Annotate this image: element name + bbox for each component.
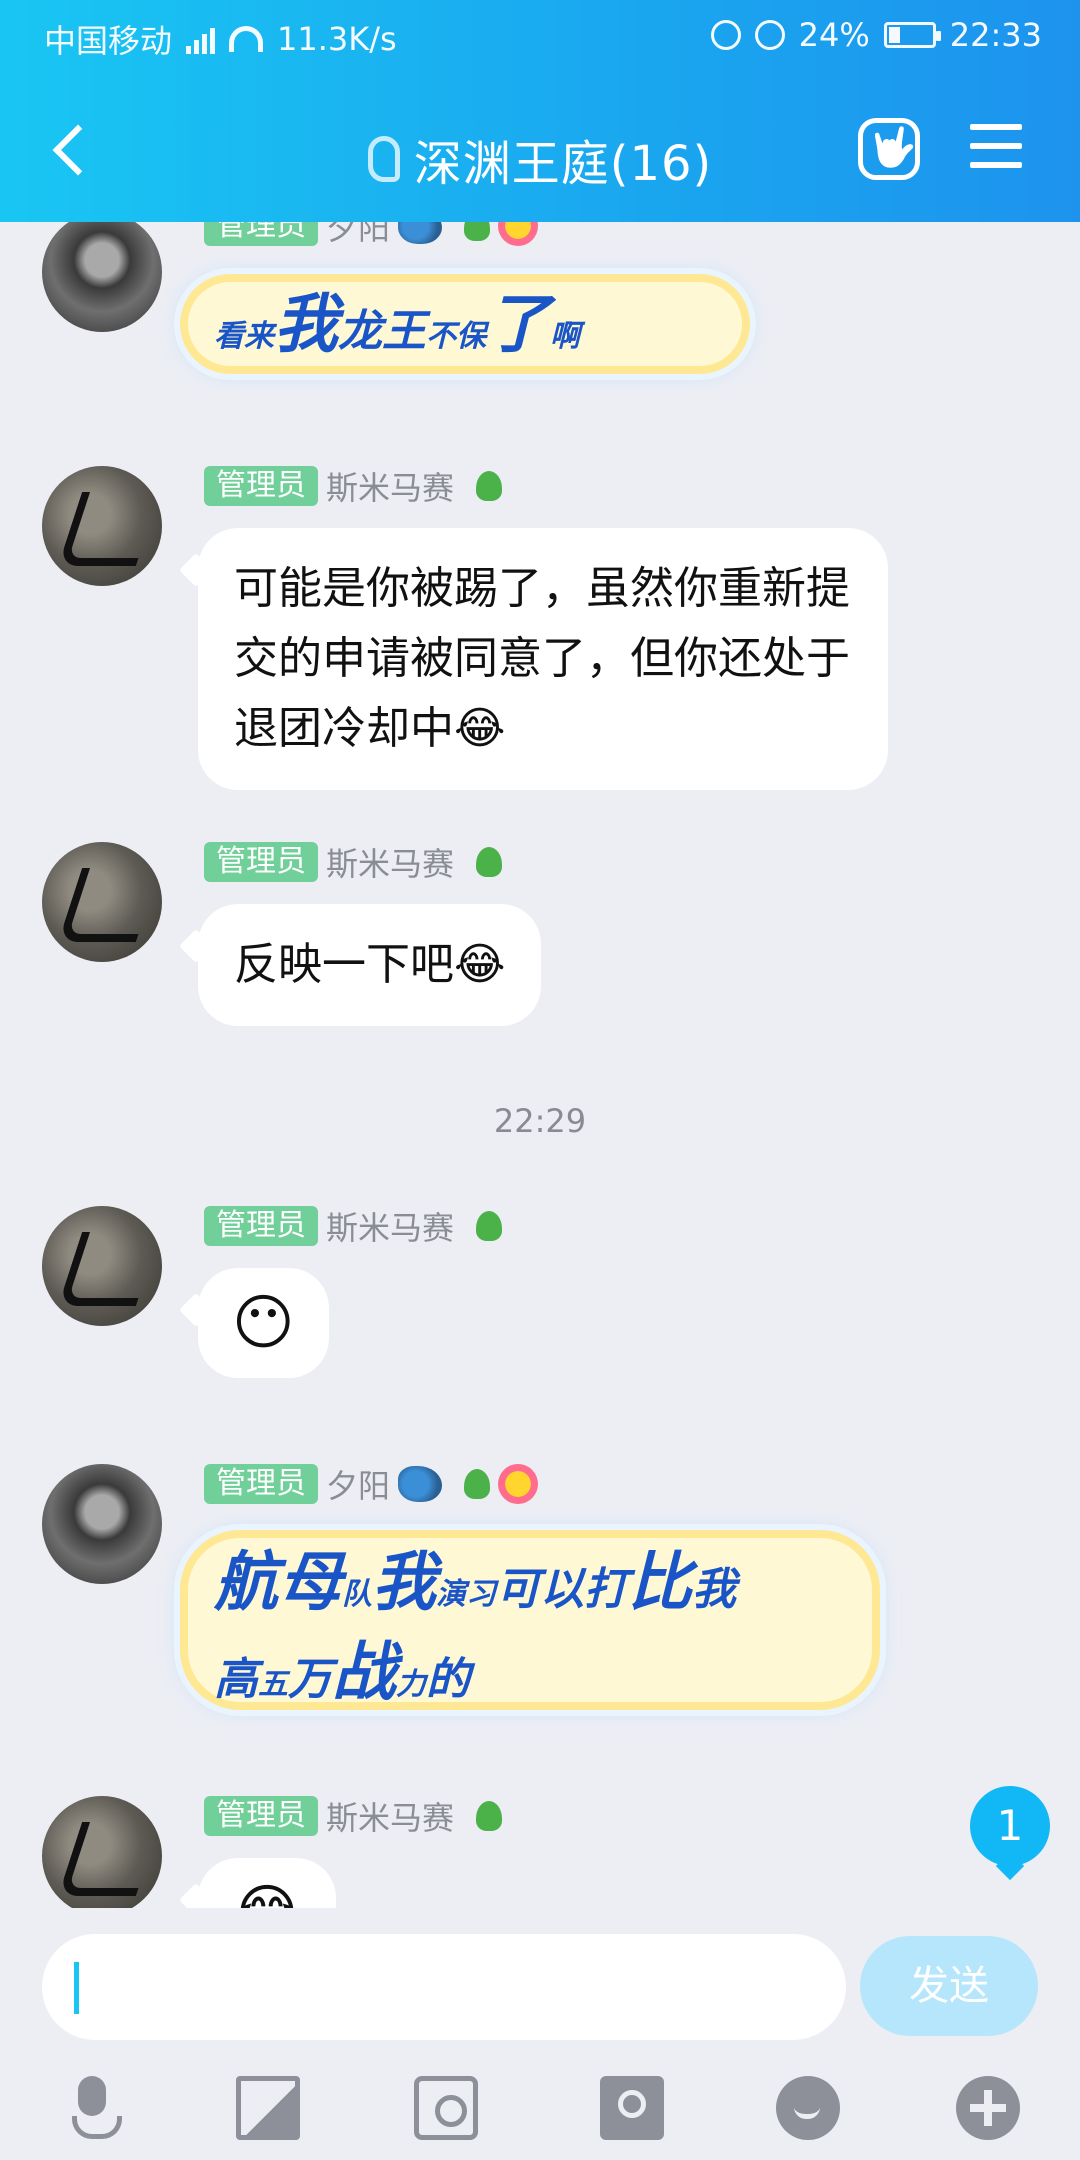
red-packet-icon[interactable]	[600, 2076, 664, 2140]
fancy-text-segment: 演习	[436, 1577, 496, 1612]
title-bar: 深渊王庭(16)	[0, 100, 1080, 200]
dragon-icon	[398, 222, 443, 244]
fancy-text-segment: 可以打	[496, 1564, 628, 1615]
battery-icon	[883, 22, 941, 48]
admin-badge: 管理员	[204, 1796, 318, 1836]
time-divider: 22:29	[493, 1102, 587, 1140]
chat-area[interactable]: 管理员 夕阳 看来我龙王不保了啊 管理员 斯米马赛 可能是你被踢了，虽然你重新提…	[0, 222, 1080, 1908]
input-bar: 发送	[0, 1908, 1080, 2160]
fancy-text-segment: 了	[486, 288, 550, 362]
avatar[interactable]	[42, 1796, 162, 1908]
fancy-text-segment: 战	[332, 1636, 396, 1710]
status-bar: 中国移动 11.3K/s 24% 22:33	[0, 0, 1080, 76]
sender-name: 斯米马赛	[326, 845, 455, 883]
leaf-icon	[476, 1211, 503, 1241]
plus-icon[interactable]	[956, 2076, 1020, 2140]
fancy-text-segment: 航母	[214, 1546, 342, 1620]
ear-icon	[367, 136, 400, 182]
fancy-text-segment: 啊	[550, 319, 580, 354]
fancy-text-segment: 力	[396, 1667, 426, 1702]
fancy-text-segment: 龙王	[338, 306, 426, 357]
alarm-icon	[710, 20, 741, 50]
admin-badge: 管理员	[204, 1464, 318, 1504]
unread-count-badge[interactable]: 1	[970, 1786, 1050, 1866]
menu-icon[interactable]	[970, 124, 1022, 170]
group-emoji-icon[interactable]	[858, 118, 920, 180]
fancy-text-line: 航母队我演习可以打比我	[214, 1546, 846, 1636]
text-caret	[74, 1962, 79, 2014]
avatar[interactable]	[42, 222, 162, 332]
admin-badge: 管理员	[204, 1206, 318, 1246]
admin-badge: 管理员	[204, 466, 318, 506]
message-input[interactable]	[42, 1934, 846, 2040]
app-header: 中国移动 11.3K/s 24% 22:33 深渊王庭(16)	[0, 0, 1080, 222]
fancy-text-segment: 我	[372, 1546, 436, 1620]
message-bubble[interactable]: 😶	[198, 1268, 329, 1378]
sender-name: 夕阳	[326, 222, 391, 247]
leaf-icon	[476, 847, 503, 877]
battery-percent: 24%	[798, 16, 870, 54]
clock: 22:33	[949, 16, 1042, 54]
signal-icon	[186, 24, 216, 54]
send-button[interactable]: 发送	[860, 1936, 1038, 2036]
fancy-text-segment: 我	[274, 288, 338, 362]
sender-name: 夕阳	[326, 1467, 391, 1505]
admin-badge: 管理员	[204, 222, 318, 246]
fancy-text-segment: 看来	[214, 319, 274, 354]
fancy-text-line: 高五万战力的	[214, 1636, 846, 1726]
fancy-text-segment: 高	[214, 1654, 258, 1705]
emoji-icon[interactable]	[776, 2076, 840, 2140]
leaf-icon	[476, 471, 503, 501]
fancy-text-segment: 五	[258, 1667, 288, 1702]
message-bubble[interactable]: 反映一下吧😂	[198, 904, 542, 1026]
fancy-text-segment: 不保	[426, 319, 486, 354]
avatar[interactable]	[42, 466, 162, 586]
avatar[interactable]	[42, 1206, 162, 1326]
fancy-bubble[interactable]: 看来我龙王不保了啊	[180, 274, 750, 374]
leaf-icon	[464, 222, 491, 241]
admin-badge: 管理员	[204, 842, 318, 882]
fancy-text-line: 看来我龙王不保了啊	[214, 288, 716, 378]
microphone-icon[interactable]	[60, 2076, 124, 2140]
mute-icon	[754, 20, 785, 50]
page-title: 深渊王庭(16)	[413, 136, 713, 192]
fancy-text-segment: 比	[628, 1546, 692, 1620]
network-speed: 11.3K/s	[277, 20, 397, 58]
message-bubble[interactable]: 😂	[198, 1858, 337, 1908]
sender-name: 斯米马赛	[326, 1799, 455, 1837]
leaf-icon	[476, 1801, 503, 1831]
flower-icon	[498, 1464, 539, 1504]
fancy-text-segment: 的	[426, 1654, 470, 1705]
avatar[interactable]	[42, 1464, 162, 1584]
camera-icon[interactable]	[414, 2076, 478, 2140]
sender-name: 斯米马赛	[326, 469, 455, 507]
fancy-text-segment: 我	[692, 1564, 736, 1615]
sender-name: 斯米马赛	[326, 1209, 455, 1247]
leaf-icon	[464, 1469, 491, 1499]
carrier-label: 中国移动	[44, 22, 173, 60]
wifi-icon	[229, 26, 264, 52]
fancy-text-segment: 队	[342, 1577, 372, 1612]
flower-icon	[498, 222, 539, 246]
image-icon[interactable]	[236, 2076, 300, 2140]
message-bubble[interactable]: 可能是你被踢了，虽然你重新提交的申请被同意了，但你还处于退团冷却中😂	[198, 528, 888, 790]
avatar[interactable]	[42, 842, 162, 962]
toolbar	[0, 2058, 1080, 2158]
dragon-icon	[398, 1466, 443, 1502]
fancy-bubble[interactable]: 航母队我演习可以打比我 高五万战力的	[180, 1530, 880, 1710]
fancy-text-segment: 万	[288, 1654, 332, 1705]
